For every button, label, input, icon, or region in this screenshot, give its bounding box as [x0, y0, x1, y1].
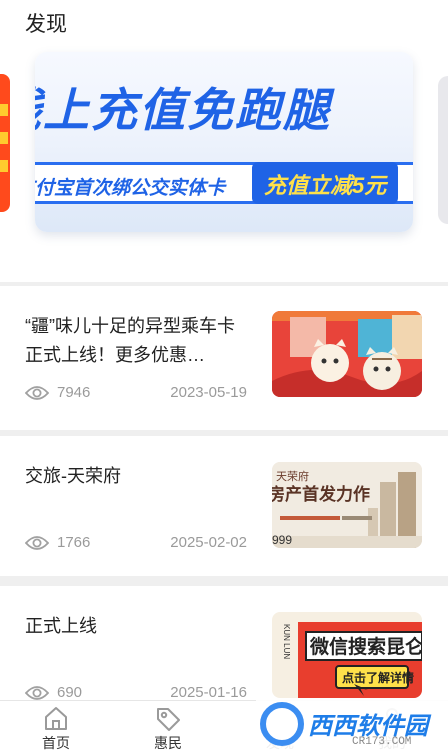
thumb-main: 微信搜索昆仑 [309, 635, 422, 658]
banner-tag: 充值立减5元 [252, 162, 399, 204]
article-meta: 7946 2023-05-19 [25, 384, 247, 404]
article-date: 2025-01-16 [170, 684, 247, 700]
cartoon-tiger-thumbnail [272, 311, 422, 397]
view-count: 1766 [57, 534, 91, 551]
banner-strip: 支付宝首次绑公交实体卡 充值立减5元 [35, 162, 413, 204]
article-card[interactable]: 交旅-天荣府 1766 2025-02-02 天荣府 房产首发力作 999 [0, 436, 448, 576]
eye-icon [25, 535, 49, 550]
tag-icon [157, 708, 180, 731]
banner-headline: 线上充值免跑腿 [35, 84, 331, 136]
article-date: 2023-05-19 [170, 384, 247, 401]
tab-label: 惠民 [154, 735, 182, 751]
article-meta: 1766 2025-02-02 [25, 534, 247, 554]
view-count: 7946 [57, 384, 91, 401]
tab-benefits[interactable]: 惠民 [112, 701, 224, 756]
thumb-btn: 点击了解详情 [342, 670, 414, 685]
banner-next-peek[interactable] [438, 76, 448, 224]
article-title: “疆”味儿十足的异型乘车卡正式上线！更多优惠… [25, 316, 235, 365]
eye-icon [25, 385, 49, 400]
watermark-url: CR173.COM [352, 736, 412, 748]
banner-subline: 支付宝首次绑公交实体卡 [35, 178, 226, 199]
tab-home[interactable]: 首页 [0, 701, 112, 756]
discover-header: 发现 线上充值免跑腿 支付宝首次绑公交实体卡 充值立减5元 [0, 0, 448, 282]
thumb-side: KUN LUN [282, 624, 291, 659]
page-title: 发现 [25, 13, 67, 36]
article-title: 正式上线 [25, 616, 97, 636]
article-date: 2025-02-02 [170, 534, 247, 551]
site-watermark: 西西软件园 CR173.COM [256, 698, 448, 756]
wechat-search-thumbnail: 微信搜索昆仑 点击了解详情 KUN LUN [272, 612, 422, 698]
thumb-line: 房产首发力作 [272, 484, 370, 505]
watermark-logo-icon [260, 702, 304, 746]
promo-banner[interactable]: 线上充值免跑腿 支付宝首次绑公交实体卡 充值立减5元 [35, 52, 413, 232]
view-count: 690 [57, 684, 83, 700]
article-title: 交旅-天荣府 [25, 466, 121, 486]
article-meta: 690 2025-01-16 [25, 684, 247, 700]
thumb-brand: 天荣府 [276, 469, 309, 483]
eye-icon [25, 685, 49, 700]
banner-prev-peek[interactable] [0, 74, 10, 212]
thumb-price: 999 [272, 533, 292, 547]
article-card[interactable]: 正式上线 690 2025-01-16 微信搜索昆仑 点击了解详情 KUN LU… [0, 586, 448, 700]
tab-label: 首页 [42, 735, 70, 751]
home-icon [45, 707, 67, 730]
real-estate-ad-thumbnail: 天荣府 房产首发力作 999 [272, 462, 422, 548]
article-card[interactable]: “疆”味儿十足的异型乘车卡正式上线！更多优惠… 7946 2023-05-19 [0, 286, 448, 430]
